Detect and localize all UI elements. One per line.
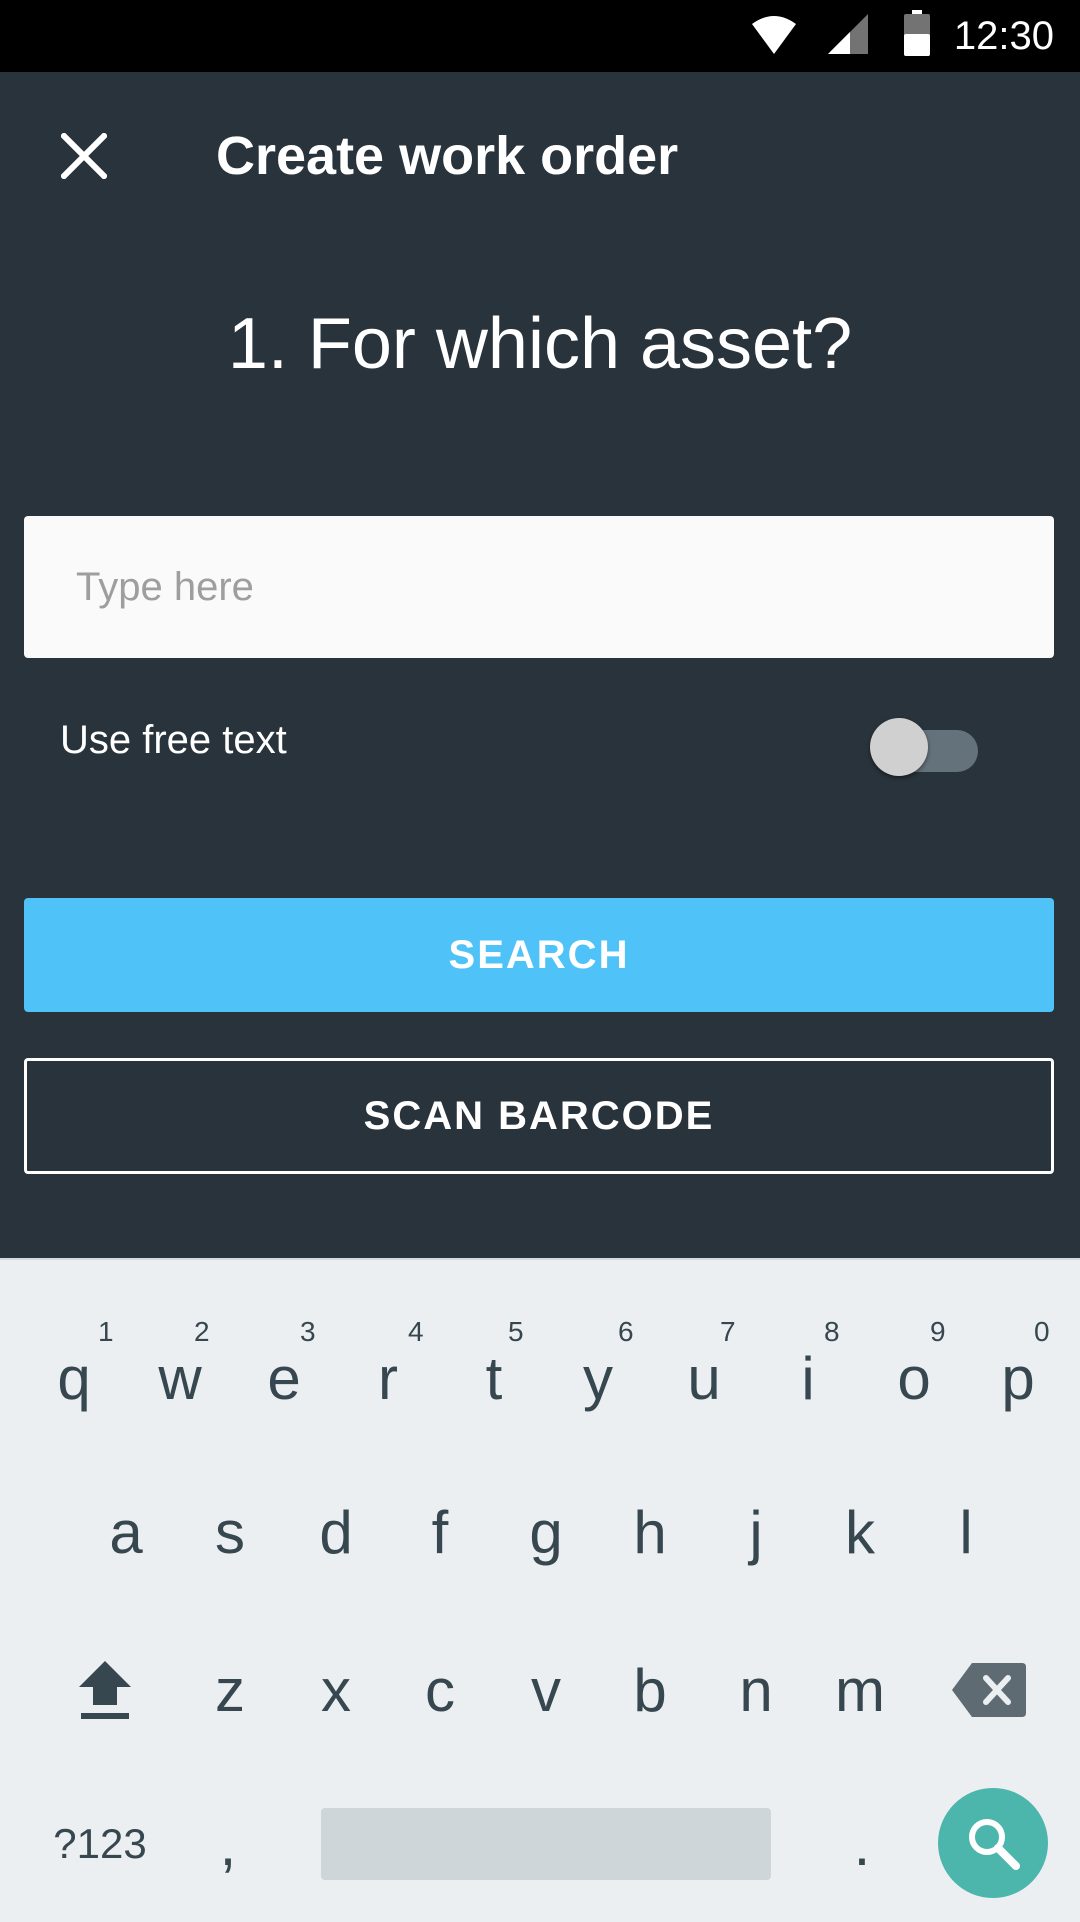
key-y[interactable]: 6y [556, 1316, 640, 1438]
key-i[interactable]: 8i [766, 1316, 850, 1438]
key-label: q [57, 1344, 91, 1412]
key-label: k [845, 1498, 875, 1566]
key-label: s [215, 1498, 245, 1566]
key-p[interactable]: 0p [976, 1316, 1060, 1438]
key-k[interactable]: k [818, 1472, 902, 1592]
symbols-key[interactable]: ?123 [36, 1786, 164, 1902]
key-r[interactable]: 4r [346, 1316, 430, 1438]
key-label: j [749, 1498, 763, 1566]
key-label: b [633, 1656, 667, 1724]
key-m[interactable]: m [818, 1630, 902, 1750]
key-v[interactable]: v [504, 1630, 588, 1750]
keyboard-search-button[interactable] [938, 1788, 1048, 1898]
key-label: y [583, 1344, 613, 1412]
key-b[interactable]: b [608, 1630, 692, 1750]
key-u[interactable]: 7u [662, 1316, 746, 1438]
key-hint: 5 [508, 1316, 524, 1347]
shift-arrow-icon [79, 1661, 131, 1719]
key-d[interactable]: d [294, 1472, 378, 1592]
key-q[interactable]: 1q [32, 1316, 116, 1438]
key-l[interactable]: l [924, 1472, 1008, 1592]
question-heading: 1. For which asset? [227, 304, 853, 384]
search-icon [969, 1819, 1020, 1870]
key-hint: 8 [824, 1316, 840, 1347]
key-label: c [425, 1656, 455, 1724]
page-title: Create work order [216, 126, 679, 186]
asset-search-input[interactable] [24, 516, 1054, 658]
key-label: n [739, 1656, 773, 1724]
key-label: z [215, 1656, 245, 1724]
period-key[interactable]: . [822, 1786, 902, 1902]
key-e[interactable]: 3e [242, 1316, 326, 1438]
key-label: r [378, 1344, 398, 1412]
scan-barcode-button[interactable]: SCAN BARCODE [24, 1058, 1054, 1174]
key-hint: 0 [1034, 1316, 1050, 1347]
key-label: f [431, 1498, 449, 1566]
key-hint: 1 [98, 1316, 114, 1347]
key-j[interactable]: j [714, 1472, 798, 1592]
key-w[interactable]: 2w [138, 1316, 222, 1438]
free-text-label: Use free text [60, 718, 287, 762]
backspace-key[interactable] [946, 1630, 1032, 1750]
close-button[interactable] [44, 116, 124, 196]
free-text-toggle[interactable] [870, 718, 982, 776]
close-icon [61, 133, 107, 179]
backspace-icon [952, 1663, 1026, 1717]
key-hint: 3 [300, 1316, 316, 1347]
key-label: m [835, 1656, 885, 1724]
key-hint: 2 [194, 1316, 210, 1347]
key-hint: 9 [930, 1316, 946, 1347]
key-o[interactable]: 9o [872, 1316, 956, 1438]
key-f[interactable]: f [398, 1472, 482, 1592]
key-a[interactable]: a [84, 1472, 168, 1592]
key-g[interactable]: g [504, 1472, 588, 1592]
key-label: w [158, 1344, 202, 1412]
signal-icon [828, 14, 868, 59]
key-x[interactable]: x [294, 1630, 378, 1750]
key-label: h [633, 1498, 667, 1566]
search-button[interactable]: SEARCH [24, 898, 1054, 1012]
key-hint: 7 [720, 1316, 736, 1347]
create-work-order-screen: Create work order 1. For which asset? Us… [0, 72, 1080, 1258]
key-c[interactable]: c [398, 1630, 482, 1750]
key-label: v [531, 1656, 561, 1724]
key-label: x [321, 1656, 351, 1724]
key-z[interactable]: z [188, 1630, 272, 1750]
key-hint: 6 [618, 1316, 634, 1347]
key-label: i [801, 1344, 815, 1412]
status-bar: 12:30 [0, 0, 1080, 72]
battery-icon [904, 10, 930, 61]
key-n[interactable]: n [714, 1630, 798, 1750]
key-label: e [267, 1344, 301, 1412]
key-s[interactable]: s [188, 1472, 272, 1592]
shift-key[interactable] [62, 1630, 148, 1750]
toggle-thumb [870, 718, 928, 776]
key-h[interactable]: h [608, 1472, 692, 1592]
status-time: 12:30 [953, 14, 1054, 58]
key-label: t [485, 1344, 503, 1412]
space-bar[interactable] [321, 1808, 771, 1880]
key-label: d [319, 1498, 353, 1566]
key-label: a [109, 1498, 143, 1566]
wifi-icon [752, 14, 796, 59]
key-hint: 4 [408, 1316, 424, 1347]
key-label: o [897, 1344, 931, 1412]
key-label: g [529, 1498, 563, 1566]
comma-key[interactable]: , [188, 1786, 268, 1902]
key-label: p [1001, 1344, 1035, 1412]
key-label: u [687, 1344, 721, 1412]
key-t[interactable]: 5t [452, 1316, 536, 1438]
key-label: l [959, 1498, 973, 1566]
